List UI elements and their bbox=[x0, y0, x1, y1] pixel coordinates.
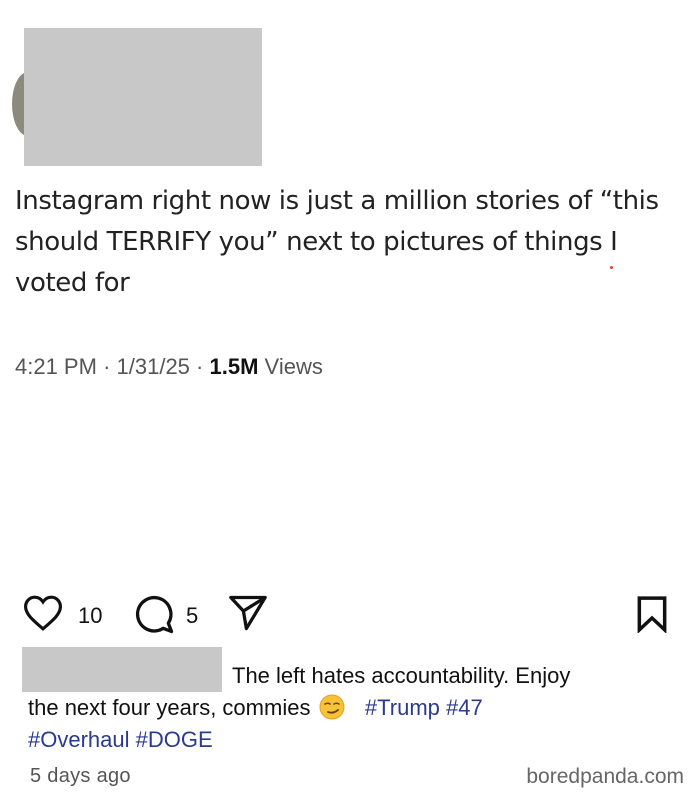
redacted-username-block bbox=[24, 28, 262, 166]
like-count[interactable]: 10 bbox=[78, 603, 102, 629]
caption-line-1: The left hates accountability. Enjoy bbox=[232, 663, 571, 688]
comment-bubble-icon[interactable] bbox=[134, 594, 174, 634]
smirking-face-emoji-icon bbox=[319, 694, 345, 720]
caption-line-2: the next four years, commies #Trump #47 bbox=[28, 692, 688, 724]
meta-separator: · bbox=[103, 354, 117, 379]
comment-count[interactable]: 5 bbox=[186, 603, 198, 629]
hashtag-doge[interactable]: #DOGE bbox=[136, 727, 213, 752]
paper-plane-icon[interactable] bbox=[228, 595, 268, 631]
tweet-meta: 4:21 PM · 1/31/25 · 1.5M Views bbox=[15, 354, 323, 380]
watermark: boredpanda.com bbox=[526, 765, 684, 788]
hashtag-trump[interactable]: #Trump bbox=[365, 695, 440, 720]
caption-line-3: #Overhaul #DOGE bbox=[28, 724, 688, 756]
views-label: Views bbox=[264, 354, 323, 379]
post-caption: The left hates accountability. Enjoy the… bbox=[28, 660, 688, 756]
hashtag-47[interactable]: #47 bbox=[446, 695, 483, 720]
bookmark-icon[interactable] bbox=[636, 595, 668, 633]
heart-icon[interactable] bbox=[24, 595, 62, 631]
hashtag-overhaul[interactable]: #Overhaul bbox=[28, 727, 130, 752]
post-time-ago: 5 days ago bbox=[30, 765, 131, 787]
tweet-date: 1/31/25 bbox=[116, 354, 190, 379]
meta-separator: · bbox=[196, 354, 210, 379]
caption-line-2-text: the next four years, commies bbox=[28, 695, 311, 720]
red-dot-artifact bbox=[610, 266, 613, 269]
tweet-time: 4:21 PM bbox=[15, 354, 97, 379]
tweet-text: Instagram right now is just a million st… bbox=[15, 186, 659, 298]
views-count: 1.5M bbox=[209, 354, 259, 379]
